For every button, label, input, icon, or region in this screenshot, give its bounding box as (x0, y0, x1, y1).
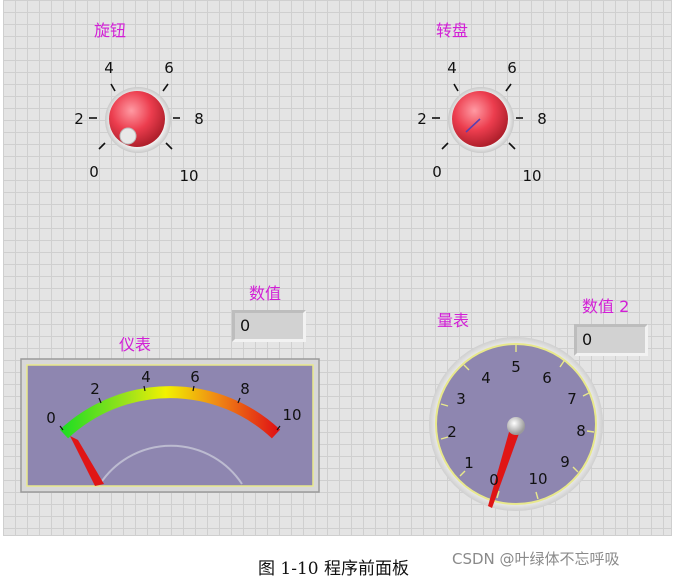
dial-tick-10: 10 (522, 167, 542, 185)
knob-tick-10: 10 (179, 167, 199, 185)
meter-tick-10: 10 (282, 406, 302, 424)
knob-tick-0: 0 (89, 163, 99, 181)
meter-label: 仪表 (119, 335, 152, 354)
numeric2-label: 数值 2 (582, 297, 630, 316)
gauge-tick-8: 8 (576, 422, 586, 440)
dial-tick-0: 0 (432, 163, 442, 181)
dial-tick-4: 4 (447, 59, 457, 77)
dial-label: 转盘 (436, 21, 469, 40)
meter-tick-8: 8 (240, 380, 250, 398)
gauge-tick-5: 5 (511, 358, 521, 376)
gauge-tick-7: 7 (567, 390, 577, 408)
numeric1-label: 数值 (249, 284, 282, 303)
knob-indicator-dot (119, 127, 137, 145)
dial-control[interactable] (413, 68, 533, 178)
gauge-tick-10: 10 (528, 470, 548, 488)
numeric1-display: 0 (232, 310, 306, 342)
gauge-label: 量表 (437, 311, 470, 330)
knob-label: 旋钮 (94, 21, 127, 40)
knob-tick-4: 4 (104, 59, 114, 77)
knob-tick-6: 6 (164, 59, 174, 77)
gauge-tick-1: 1 (464, 454, 474, 472)
meter-tick-2: 2 (90, 380, 100, 398)
gauge-tick-4: 4 (481, 369, 491, 387)
knob-body[interactable] (109, 91, 165, 147)
gauge-tick-3: 3 (456, 390, 466, 408)
meter-indicator (20, 358, 320, 493)
meter-tick-0: 0 (46, 409, 56, 427)
figure-caption: 图 1-10 程序前面板 (258, 559, 409, 579)
knob-tick-2: 2 (74, 110, 84, 128)
gauge-tick-0: 0 (489, 471, 499, 489)
gauge-tick-2: 2 (447, 423, 457, 441)
knob-tick-8: 8 (194, 110, 204, 128)
gauge-tick-9: 9 (560, 453, 570, 471)
knob-control[interactable] (70, 68, 190, 178)
dial-tick-2: 2 (417, 110, 427, 128)
dial-tick-8: 8 (537, 110, 547, 128)
meter-tick-4: 4 (141, 368, 151, 386)
meter-tick-6: 6 (190, 368, 200, 386)
dial-tick-6: 6 (507, 59, 517, 77)
gauge-tick-6: 6 (542, 369, 552, 387)
gauge-hub (507, 417, 525, 435)
watermark: CSDN @叶绿体不忘呼吸 (452, 550, 620, 568)
